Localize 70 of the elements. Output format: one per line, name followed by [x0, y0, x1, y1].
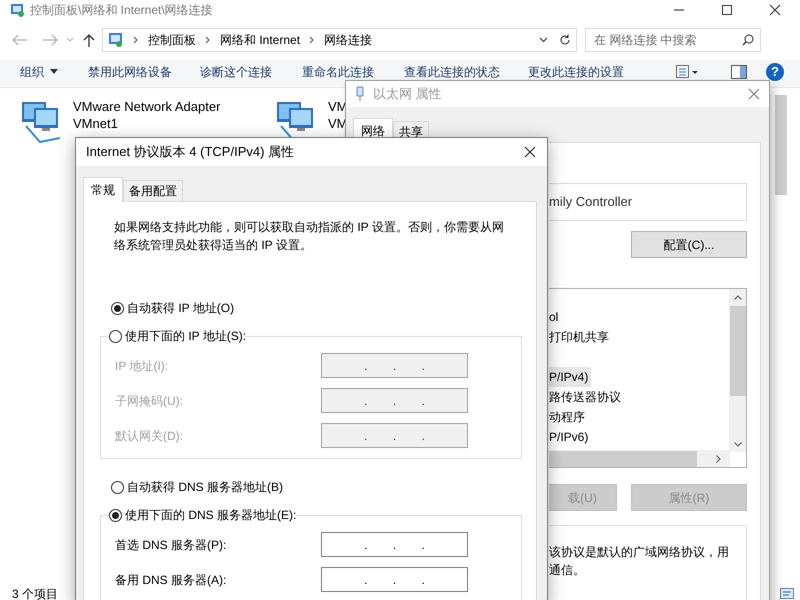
- configure-button[interactable]: 配置(C)...: [631, 231, 747, 258]
- radio-button[interactable]: [111, 480, 124, 494]
- adapter-text: mily Controller: [549, 193, 632, 212]
- list-item[interactable]: P/IPv6): [549, 427, 588, 447]
- details-view-icon[interactable]: [780, 588, 794, 599]
- radio-option[interactable]: 自动获得 DNS 服务器地址(B): [111, 478, 522, 496]
- field-label: 默认网关(D):: [115, 428, 184, 444]
- search-icon[interactable]: [742, 34, 754, 46]
- plug-icon: [355, 86, 365, 102]
- refresh-icon[interactable]: [559, 34, 571, 46]
- field-label: 子网掩码(U):: [115, 392, 184, 410]
- maximize-icon[interactable]: [721, 4, 733, 16]
- field-label: 备用 DNS 服务器(A):: [115, 572, 228, 588]
- status-text: 3 个项目: [12, 586, 58, 600]
- chevron-icon: [205, 36, 211, 44]
- breadcrumb[interactable]: 网络连接: [324, 31, 372, 49]
- close-icon[interactable]: [769, 4, 781, 16]
- control-panel-icon: [108, 32, 124, 48]
- scrollbar-thumb[interactable]: [730, 306, 746, 396]
- vertical-scrollbar[interactable]: [729, 289, 746, 452]
- ip-address-field[interactable]: . . .: [321, 567, 468, 592]
- horizontal-scrollbar[interactable]: [549, 450, 730, 467]
- toolbar-button[interactable]: 更改此连接的设置: [528, 62, 624, 80]
- chevron-icon: [309, 36, 316, 44]
- scroll-right-icon[interactable]: [716, 454, 721, 462]
- adapter-name[interactable]: VMware Network Adapter: [73, 98, 249, 115]
- tab[interactable]: 常规: [83, 177, 123, 202]
- list-item[interactable]: 打印机共享: [549, 327, 609, 347]
- field-label: 首选 DNS 服务器(P):: [115, 536, 228, 554]
- scroll-up-icon[interactable]: [734, 295, 742, 300]
- scrollbar-thumb[interactable]: [775, 95, 787, 195]
- list-item[interactable]: 动程序: [549, 407, 585, 427]
- radio-option[interactable]: 自动获得 IP 地址(O): [111, 299, 522, 317]
- control-panel-icon: [10, 2, 26, 18]
- breadcrumb[interactable]: 控制面板: [148, 31, 196, 49]
- toolbar-button[interactable]: 组织: [20, 62, 58, 80]
- window-title: 控制面板\网络和 Internet\网络连接: [30, 2, 213, 19]
- scroll-down-icon[interactable]: [734, 442, 742, 447]
- intro-text: 如果网络支持此功能，则可以获取自动指派的 IP 设置。否则，你需要从网络系统管理员处获得适当的 IP 设置。: [114, 219, 505, 254]
- close-icon[interactable]: [524, 146, 536, 158]
- radio-button[interactable]: [109, 330, 122, 342]
- radio-button[interactable]: [109, 508, 122, 522]
- preview-pane-icon[interactable]: [731, 64, 747, 78]
- dialog-title: 以太网 属性: [373, 85, 442, 104]
- description-text: 通信。: [549, 562, 586, 579]
- radio-option[interactable]: 使用下面的 DNS 服务器地址(E):: [109, 506, 296, 524]
- radio-button[interactable]: [111, 302, 124, 314]
- chevron-icon: [133, 36, 139, 44]
- search-field[interactable]: 在 网络连接 中搜索: [585, 28, 761, 52]
- field-label: IP 地址(I):: [115, 358, 170, 374]
- breadcrumb[interactable]: 网络和 Internet: [220, 31, 300, 49]
- adapter-detail: VMnet1: [73, 115, 119, 132]
- up-icon[interactable]: [83, 33, 95, 47]
- list-item[interactable]: 路传送器协议: [549, 387, 621, 407]
- help-icon[interactable]: ?: [766, 62, 784, 80]
- description-text: 该协议是默认的广域网络协议，用: [549, 544, 730, 561]
- toolbar-button[interactable]: 重命名此连接: [302, 62, 374, 80]
- ip-address-field[interactable]: . . .: [321, 532, 468, 557]
- address-bar[interactable]: 控制面板 网络和 Internet 网络连接: [102, 28, 577, 52]
- tab[interactable]: 备用配置: [123, 180, 183, 201]
- scrollbar-thumb[interactable]: [549, 450, 697, 466]
- toolbar-button[interactable]: 查看此连接的状态: [404, 62, 500, 80]
- list-item[interactable]: P/IPv4): [549, 367, 592, 387]
- radio-option[interactable]: 使用下面的 IP 地址(S):: [109, 327, 246, 345]
- list-item[interactable]: ol: [549, 307, 558, 327]
- toolbar-button[interactable]: 禁用此网络设备: [88, 62, 172, 80]
- dialog-title: Internet 协议版本 4 (TCP/IPv4) 属性: [86, 143, 294, 162]
- view-options-icon[interactable]: [676, 64, 698, 78]
- toolbar-button[interactable]: 诊断这个连接: [200, 62, 272, 80]
- dropdown-icon[interactable]: [539, 37, 548, 43]
